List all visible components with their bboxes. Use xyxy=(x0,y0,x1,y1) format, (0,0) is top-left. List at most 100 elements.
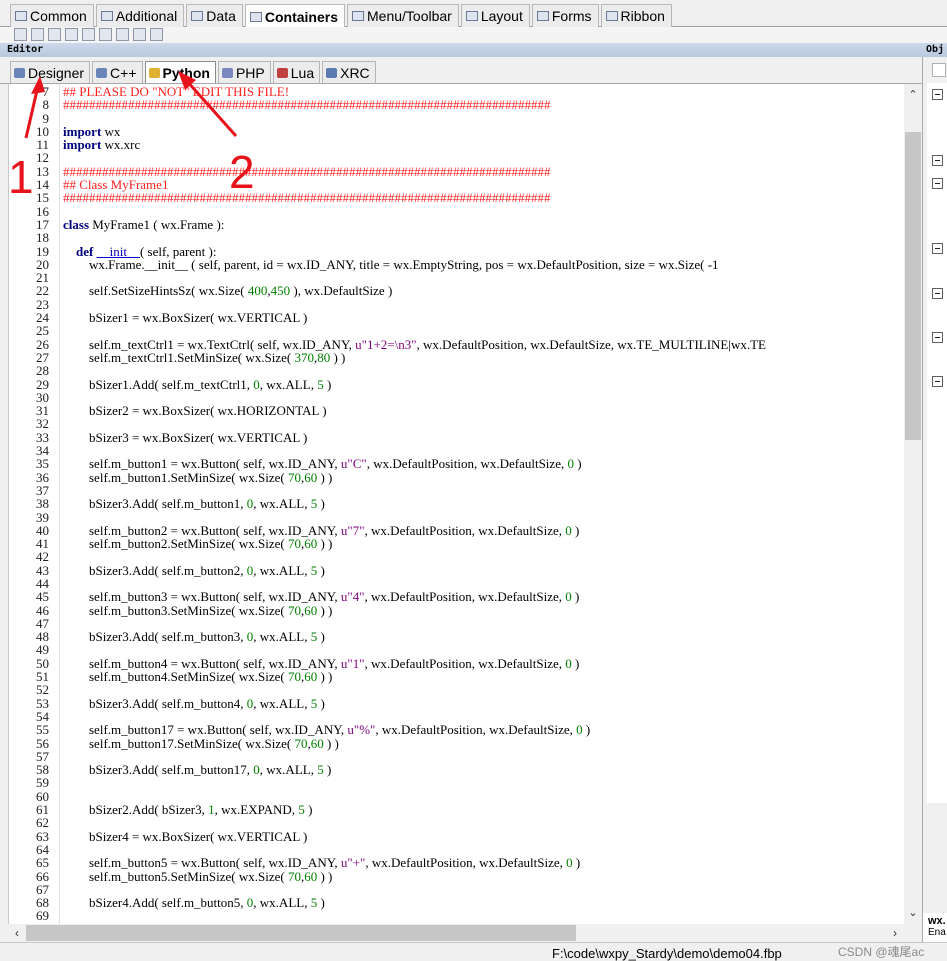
line-number: 31 xyxy=(36,403,49,419)
code-line: 57 xyxy=(9,750,904,764)
palette-tool-icon[interactable] xyxy=(116,28,129,41)
code-token: self.m_button4.SetMinSize( wx.Size( xyxy=(63,669,288,685)
object-properties-header: wx. Ena xyxy=(922,913,947,943)
ribbon-icon xyxy=(605,11,618,21)
palette-tool-icon[interactable] xyxy=(65,28,78,41)
code-text: self.m_textCtrl1.SetMinSize( wx.Size( 37… xyxy=(63,351,345,364)
code-token: self.SetSizeHintsSz( wx.Size( xyxy=(63,283,248,299)
code-token: wx.Frame.__init__ ( self, parent, id = w… xyxy=(63,256,719,272)
code-token: 60 xyxy=(310,735,324,751)
code-token: 70 xyxy=(294,735,308,751)
code-line: 69 xyxy=(9,909,904,923)
code-text: ########################################… xyxy=(63,165,551,178)
code-token: 70 xyxy=(287,469,301,485)
code-line: 41 self.m_button2.SetMinSize( wx.Size( 7… xyxy=(9,537,904,551)
code-lines: 7 ## PLEASE DO "NOT" EDIT THIS FILE! 8 ####… xyxy=(9,85,904,923)
tab-designer[interactable]: Designer xyxy=(10,61,91,83)
code-text: bSizer3.Add( self.m_button17, 0, wx.ALL,… xyxy=(63,763,331,776)
line-number: 23 xyxy=(36,296,49,312)
palette-tab-data[interactable]: Data xyxy=(186,4,243,27)
code-line: 46 self.m_button3.SetMinSize( wx.Size( 7… xyxy=(9,602,904,618)
code-token: self.m_button3.SetMinSize( wx.Size( xyxy=(63,602,288,618)
palette-tool-icon[interactable] xyxy=(150,28,163,41)
palette-tab-ribbon[interactable]: Ribbon xyxy=(600,4,672,27)
collapse-icon[interactable] xyxy=(932,288,943,299)
object-tree-tool-icon[interactable] xyxy=(932,63,946,77)
palette-tab-layout[interactable]: Layout xyxy=(460,4,530,27)
palette-tool-icon[interactable] xyxy=(14,28,27,41)
collapse-icon[interactable] xyxy=(932,376,943,387)
collapse-icon[interactable] xyxy=(932,243,943,254)
tab-php[interactable]: PHP xyxy=(217,61,271,83)
palette-tab-common[interactable]: Common xyxy=(10,4,94,27)
horizontal-scroll-thumb[interactable] xyxy=(26,925,576,941)
line-number: 28 xyxy=(36,363,49,379)
vertical-scrollbar[interactable]: ⌃ ⌄ xyxy=(904,84,922,924)
tab-lua[interactable]: Lua xyxy=(272,61,321,83)
code-token: self.m_textCtrl1.SetMinSize( wx.Size( xyxy=(63,349,295,365)
code-line: 37 xyxy=(9,484,904,498)
palette-tab-containers[interactable]: Containers xyxy=(244,4,345,28)
code-line: 35 self.m_button1 = wx.Button( self, wx.… xyxy=(9,457,904,471)
scroll-down-icon[interactable]: ⌄ xyxy=(904,904,922,922)
code-line: 48 bSizer3.Add( self.m_button3, 0, wx.AL… xyxy=(9,629,904,645)
vertical-scroll-thumb[interactable] xyxy=(905,132,921,440)
line-number: 29 xyxy=(36,376,49,392)
code-line: 60 xyxy=(9,789,904,803)
palette-tab-label: Forms xyxy=(551,8,592,24)
code-text: self.m_button17.SetMinSize( wx.Size( 70,… xyxy=(63,735,339,751)
collapse-icon[interactable] xyxy=(932,332,943,343)
code-text: bSizer3 = wx.BoxSizer( wx.VERTICAL ) xyxy=(63,431,307,444)
code-token: ) xyxy=(317,562,325,578)
horizontal-scrollbar[interactable]: ‹ › xyxy=(8,924,922,942)
tab-xrc[interactable]: XRC xyxy=(322,61,376,83)
tab-python[interactable]: Python xyxy=(144,61,216,83)
code-line: 19 def __init__( self, parent ): xyxy=(9,244,904,258)
line-number: 47 xyxy=(36,615,49,631)
scroll-left-icon[interactable]: ‹ xyxy=(8,924,26,942)
code-line: 27 self.m_textCtrl1.SetMinSize( wx.Size(… xyxy=(9,351,904,365)
palette-tool-icon[interactable] xyxy=(48,28,61,41)
code-text: bSizer1 = wx.BoxSizer( wx.VERTICAL ) xyxy=(63,311,307,324)
code-token: ########################################… xyxy=(63,190,551,206)
collapse-icon[interactable] xyxy=(932,178,943,189)
palette-tool-icon[interactable] xyxy=(99,28,112,41)
code-text: bSizer3.Add( self.m_button4, 0, wx.ALL, … xyxy=(63,697,325,710)
palette-tool-icon[interactable] xyxy=(82,28,95,41)
code-token: , wx.ALL, xyxy=(253,629,311,645)
palette-tab-forms[interactable]: Forms xyxy=(531,4,599,27)
code-token: bSizer4.Add( self.m_button5, xyxy=(63,895,247,911)
watermark: CSDN @魂尾ac xyxy=(838,945,925,959)
code-token: self.m_button17.SetMinSize( wx.Size( xyxy=(63,735,295,751)
code-token: ) xyxy=(573,456,582,472)
code-token: ) ) xyxy=(317,669,333,685)
collapse-icon[interactable] xyxy=(932,155,943,166)
palette-tab-menu-toolbar[interactable]: Menu/Toolbar xyxy=(347,4,459,27)
code-text: self.m_button3.SetMinSize( wx.Size( 70,6… xyxy=(63,602,332,618)
layout-icon xyxy=(465,11,478,21)
collapse-icon[interactable] xyxy=(932,89,943,100)
code-text: self.SetSizeHintsSz( wx.Size( 400,450 ),… xyxy=(63,284,392,297)
code-token: ) xyxy=(571,522,580,538)
palette-tool-icon[interactable] xyxy=(133,28,146,41)
designer-icon xyxy=(14,67,25,78)
data-icon xyxy=(191,11,204,21)
code-token: u"4" xyxy=(340,589,365,605)
line-number: 45 xyxy=(36,589,49,605)
line-number: 46 xyxy=(36,602,49,618)
code-text: class MyFrame1 ( wx.Frame ): xyxy=(63,218,224,231)
tab-label: Designer xyxy=(28,64,85,81)
scroll-up-icon[interactable]: ⌃ xyxy=(904,86,922,104)
code-line: 26 self.m_textCtrl1 = wx.TextCtrl( self,… xyxy=(9,337,904,351)
scroll-right-icon[interactable]: › xyxy=(886,924,904,942)
tab-cpp[interactable]: C++ xyxy=(92,61,143,83)
code-line: 52 xyxy=(9,683,904,697)
palette-tab-additional[interactable]: Additional xyxy=(95,4,185,27)
code-token: wx.xrc xyxy=(101,137,141,153)
line-number: 25 xyxy=(36,323,49,339)
code-editor[interactable]: 7 ## PLEASE DO "NOT" EDIT THIS FILE! 8 ####… xyxy=(8,84,904,924)
code-token: ) ) xyxy=(317,469,333,485)
code-text: self.m_button1 = wx.Button( self, wx.ID_… xyxy=(63,457,582,470)
palette-tool-icon[interactable] xyxy=(31,28,44,41)
code-text: self.m_button4.SetMinSize( wx.Size( 70,6… xyxy=(63,670,332,683)
